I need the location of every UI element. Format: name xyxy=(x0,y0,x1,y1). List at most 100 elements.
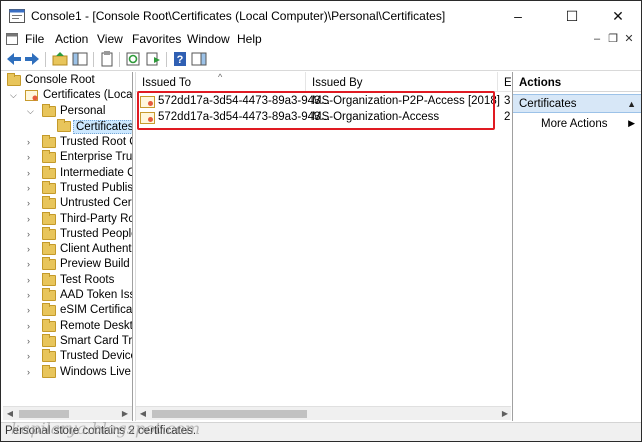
minimize-button[interactable]: – xyxy=(495,1,541,31)
tree-item-store[interactable]: › Windows Live ID xyxy=(5,364,132,381)
folder-icon xyxy=(42,226,56,240)
menu-window[interactable]: Window xyxy=(187,32,230,46)
menu-view[interactable]: View xyxy=(97,32,123,46)
action-pane-icon[interactable] xyxy=(190,50,208,68)
help-icon[interactable]: ? xyxy=(171,50,189,68)
tree-item-store[interactable]: › Enterprise Trust xyxy=(5,150,132,166)
column-expiration[interactable]: E xyxy=(498,72,511,92)
window-title: Console1 - [Console Root\Certificates (L… xyxy=(31,9,446,23)
cell-expiration: 2 xyxy=(504,111,511,123)
tree-item-personal[interactable]: ⌵ Personal xyxy=(5,104,132,120)
toolbar-separator xyxy=(119,52,120,67)
column-label: Issued To xyxy=(142,77,192,89)
watermark: kapilarya.blogspot.com xyxy=(11,419,201,438)
submenu-arrow-icon[interactable]: ▶ xyxy=(628,118,635,129)
folder-icon xyxy=(42,135,56,148)
certificate-store-icon xyxy=(25,90,38,101)
export-list-icon[interactable] xyxy=(144,50,162,68)
folder-icon xyxy=(7,73,21,86)
more-actions-link[interactable]: More Actions xyxy=(541,118,607,130)
scroll-right-icon[interactable]: ▶ xyxy=(498,407,511,421)
tree-item-store[interactable]: › Remote Desktop xyxy=(5,318,132,335)
tree-item-store[interactable]: › Trusted Root Cer xyxy=(5,135,132,151)
tree-label: Trusted People xyxy=(60,227,133,240)
tree-item-store[interactable]: › Untrusted Certifi xyxy=(5,196,132,212)
toolbar: ? xyxy=(1,49,641,71)
close-button[interactable]: ✕ xyxy=(595,1,641,31)
expand-caret-icon[interactable]: › xyxy=(27,351,37,361)
expand-caret-icon[interactable]: › xyxy=(27,259,37,269)
scroll-thumb[interactable] xyxy=(152,410,307,418)
column-label: E xyxy=(504,77,511,89)
menu-action[interactable]: Action xyxy=(55,32,88,46)
mdi-restore-button[interactable]: ❐ xyxy=(606,32,620,46)
sort-ascending-icon: ^ xyxy=(218,72,223,82)
tree-label: Personal xyxy=(60,105,106,117)
tree-item-personal-certificates[interactable]: Certificates xyxy=(5,119,132,135)
highlight-annotation-box xyxy=(137,91,495,130)
tree-label: Client Authentic xyxy=(60,243,133,256)
tree-item-store[interactable]: › Third-Party Root xyxy=(5,211,132,228)
collapse-triangle-icon[interactable]: ▲ xyxy=(627,95,636,113)
expand-caret-icon[interactable]: › xyxy=(27,183,37,193)
actions-pane: Actions Certificates ▲ More Actions ▶ xyxy=(512,72,641,421)
menu-favorites[interactable]: Favorites xyxy=(132,32,181,46)
expand-caret-icon[interactable]: › xyxy=(27,244,37,254)
mdi-close-button[interactable]: ✕ xyxy=(622,32,636,46)
scroll-thumb[interactable] xyxy=(19,410,69,418)
menu-help[interactable]: Help xyxy=(237,32,262,46)
tree-item-store[interactable]: › Intermediate Cer xyxy=(5,165,132,182)
expand-caret-icon[interactable]: › xyxy=(27,290,37,300)
expand-caret-icon[interactable]: › xyxy=(27,367,37,377)
expand-caret-icon[interactable]: › xyxy=(27,336,37,346)
list-horizontal-scrollbar[interactable]: ◀ ▶ xyxy=(136,406,511,420)
mmc-window: Console1 - [Console Root\Certificates (L… xyxy=(0,0,642,442)
tree-label: Trusted Publishe xyxy=(60,181,133,194)
actions-section-label: Certificates xyxy=(519,98,577,110)
tree-label: Console Root xyxy=(25,74,95,86)
expand-caret-icon[interactable]: › xyxy=(27,305,37,315)
menu-bar: File Action View Favorites Window Help xyxy=(1,31,641,49)
tree-item-store[interactable]: › Preview Build Ro xyxy=(5,257,132,273)
folder-icon xyxy=(42,180,56,194)
tree-item-store[interactable]: › Trusted People xyxy=(5,226,133,243)
back-icon[interactable] xyxy=(5,50,23,68)
expand-caret-icon[interactable]: › xyxy=(27,152,37,162)
collapse-caret-icon[interactable]: ⌵ xyxy=(10,90,20,101)
tree-item-store[interactable]: › Smart Card Trust xyxy=(5,333,132,350)
tree-horizontal-scrollbar[interactable]: ◀ ▶ xyxy=(3,406,132,420)
expand-caret-icon[interactable]: › xyxy=(27,214,37,224)
expand-caret-icon[interactable]: › xyxy=(27,137,37,147)
document-icon[interactable] xyxy=(6,33,18,45)
tree-item-store[interactable]: › AAD Token Issue xyxy=(5,288,132,304)
expand-caret-icon[interactable]: › xyxy=(27,198,37,208)
expand-caret-icon[interactable]: › xyxy=(27,229,37,239)
show-hide-tree-icon[interactable] xyxy=(71,50,89,68)
tree-label: Third-Party Root xyxy=(60,212,132,225)
tree-item-certificates-local[interactable]: ⌵ Certificates (Local C xyxy=(5,89,132,104)
tree-item-store[interactable]: › Client Authentic xyxy=(5,242,133,258)
collapse-caret-icon[interactable]: ⌵ xyxy=(27,106,37,117)
actions-section-certificates[interactable]: Certificates ▲ xyxy=(513,94,641,113)
expand-caret-icon[interactable]: › xyxy=(27,168,37,178)
folder-icon xyxy=(42,272,56,286)
forward-icon[interactable] xyxy=(23,50,41,68)
up-folder-icon[interactable] xyxy=(51,50,69,68)
tree-label: Intermediate Cer xyxy=(60,166,132,179)
properties-icon[interactable] xyxy=(98,50,116,68)
tree-item-console-root[interactable]: Console Root xyxy=(5,73,132,89)
column-issued-to[interactable]: ^ Issued To xyxy=(136,72,306,92)
maximize-button[interactable]: ☐ xyxy=(549,1,595,31)
tree-item-store[interactable]: › Trusted Devices xyxy=(5,349,132,365)
column-issued-by[interactable]: Issued By xyxy=(306,72,498,92)
mdi-minimize-button[interactable]: – xyxy=(590,32,604,46)
tree-label: Trusted Devices xyxy=(60,350,132,363)
menu-file[interactable]: File xyxy=(25,32,44,46)
tree-item-store[interactable]: › Trusted Publishe xyxy=(5,180,133,197)
refresh-icon[interactable] xyxy=(124,50,142,68)
tree-item-store[interactable]: › Test Roots xyxy=(5,272,132,289)
expand-caret-icon[interactable]: › xyxy=(27,275,37,285)
folder-icon xyxy=(42,364,56,378)
expand-caret-icon[interactable]: › xyxy=(27,321,37,331)
tree-item-store[interactable]: › eSIM Certification xyxy=(5,303,132,319)
